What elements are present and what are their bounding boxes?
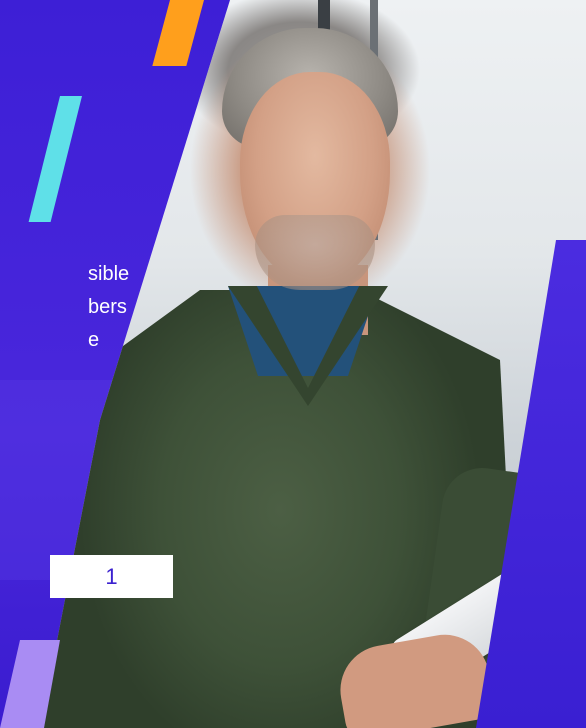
slide-canvas: sible bers e 1	[0, 0, 586, 728]
page-number: 1	[105, 563, 118, 589]
body-text-line-3: e	[88, 329, 100, 351]
body-text: sible bers e	[0, 258, 140, 357]
body-text-line-2: bers	[88, 296, 127, 318]
page-number-box: 1	[50, 555, 173, 598]
body-text-line-1: sible	[88, 263, 130, 285]
man-stubble	[255, 215, 375, 290]
